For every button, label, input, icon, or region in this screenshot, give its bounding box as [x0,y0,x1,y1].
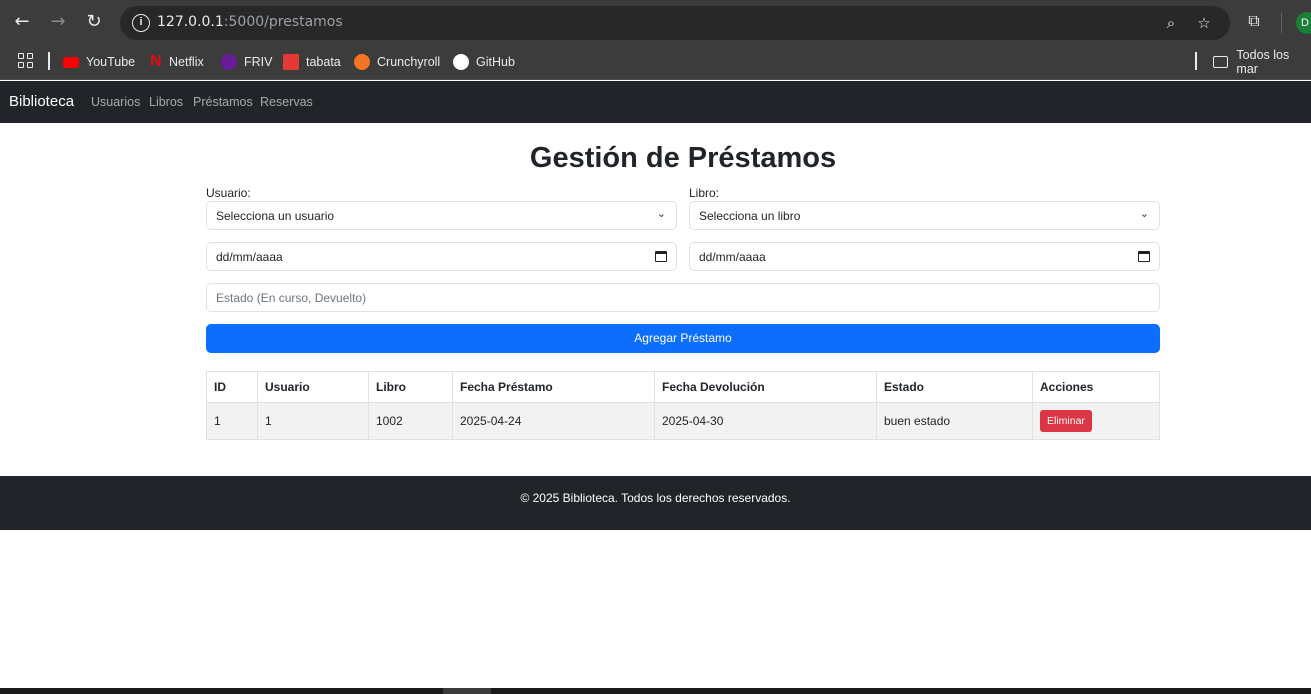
url-text[interactable]: 127.0.0.1:5000/prestamos [157,14,343,30]
column-header-usuario: Usuario [257,371,369,403]
youtube-icon [63,56,79,68]
url-host: 127.0.0.1 [157,14,224,30]
folder-icon [1213,56,1229,68]
libro-select-value: Selecciona un libro [699,209,801,223]
libro-select[interactable]: Selecciona un libro ⌄ [689,201,1160,230]
fecha-prestamo-input[interactable]: dd/mm/aaaa [206,242,677,271]
bookmark-star-icon[interactable]: ☆ [1194,13,1214,33]
friv-icon [221,54,237,70]
bookmark-youtube[interactable]: YouTube [63,52,135,72]
fecha-prestamo-placeholder: dd/mm/aaaa [216,250,283,264]
scrollbar-thumb[interactable] [443,688,491,694]
cell-estado: buen estado [876,402,1033,440]
chevron-down-icon: ⌄ [656,207,666,220]
column-header-estado: Estado [876,371,1033,403]
table-row: 1 1 1002 2025-04-24 2025-04-30 buen esta… [206,402,1160,440]
cell-libro: 1002 [368,402,453,440]
site-footer: © 2025 Biblioteca. Todos los derechos re… [0,476,1311,530]
cell-id: 1 [206,402,258,440]
horizontal-scrollbar[interactable] [0,688,1311,694]
footer-text: © 2025 Biblioteca. Todos los derechos re… [520,491,791,505]
cell-fecha-prestamo: 2025-04-24 [452,402,655,440]
bookmark-tabata[interactable]: tabata [283,52,341,72]
calendar-icon[interactable] [1138,251,1150,262]
cell-acciones: Eliminar [1032,402,1160,440]
bookmark-label: GitHub [476,55,515,69]
cell-usuario: 1 [257,402,369,440]
nav-link-usuarios[interactable]: Usuarios [91,95,140,109]
estado-placeholder: Estado (En curso, Devuelto) [216,291,367,305]
url-path: :5000/prestamos [223,14,343,30]
reload-icon[interactable]: ↻ [83,11,105,33]
fecha-devolucion-input[interactable]: dd/mm/aaaa [689,242,1160,271]
bookmark-label: YouTube [86,55,136,69]
bookmark-friv[interactable]: FRIV [221,52,272,72]
extensions-icon[interactable]: ⧉ [1243,11,1265,33]
agregar-prestamo-button[interactable]: Agregar Préstamo [206,324,1160,353]
address-bar[interactable]: i 127.0.0.1:5000/prestamos ⌕ ☆ [120,6,1230,40]
bookmarks-folder-all[interactable]: Todos los mar [1213,48,1311,76]
nav-link-reservas[interactable]: Reservas [260,95,313,109]
browser-toolbar: ← → ↻ i 127.0.0.1:5000/prestamos ⌕ ☆ ⧉ D [0,0,1311,45]
profile-avatar[interactable]: D [1296,12,1311,34]
bookmark-label: FRIV [244,55,273,69]
libro-label: Libro: [689,186,720,200]
forward-icon[interactable]: → [47,11,69,33]
nav-link-libros[interactable]: Libros [149,95,183,109]
bookmark-folder-label: Todos los mar [1236,48,1290,76]
zoom-icon[interactable]: ⌕ [1161,13,1181,33]
chevron-down-icon: ⌄ [1139,207,1149,220]
fecha-devolucion-placeholder: dd/mm/aaaa [699,250,766,264]
back-icon[interactable]: ← [11,11,33,33]
apps-grid-icon[interactable] [18,53,34,69]
bookmarks-divider-right [1195,52,1197,70]
page-title: Gestión de Préstamos [529,142,837,174]
table-header-row: ID Usuario Libro Fecha Préstamo Fecha De… [206,371,1160,403]
netflix-icon: N [150,53,162,70]
bookmark-netflix[interactable]: N Netflix [150,52,204,72]
usuario-label: Usuario: [206,186,251,200]
nav-link-prestamos[interactable]: Préstamos [193,95,253,109]
crunchyroll-icon [354,54,370,70]
column-header-acciones: Acciones [1032,371,1160,403]
column-header-id: ID [206,371,258,403]
navbar-brand[interactable]: Biblioteca [9,93,74,110]
calendar-icon[interactable] [655,251,667,262]
bookmark-crunchyroll[interactable]: Crunchyroll [354,52,440,72]
estado-input[interactable]: Estado (En curso, Devuelto) [206,283,1160,312]
column-header-fecha-prestamo: Fecha Préstamo [452,371,655,403]
bookmark-label: Crunchyroll [377,55,441,69]
site-navbar: Biblioteca Usuarios Libros Préstamos Res… [0,81,1311,123]
page-title-wrapper: Gestión de Préstamos [0,142,1311,175]
github-icon [453,54,469,70]
column-header-libro: Libro [368,371,453,403]
bookmark-label: Netflix [169,55,204,69]
bookmark-label: tabata [306,55,341,69]
toolbar-divider [1281,13,1282,33]
column-header-fecha-devolucion: Fecha Devolución [654,371,877,403]
prestamos-table: ID Usuario Libro Fecha Préstamo Fecha De… [206,371,1160,440]
cell-fecha-devolucion: 2025-04-30 [654,402,877,440]
bookmark-github[interactable]: GitHub [453,52,515,72]
bookmarks-divider [48,52,50,70]
tabata-icon [283,54,299,70]
bookmarks-bar: YouTube N Netflix FRIV tabata Crunchyrol… [0,45,1311,80]
eliminar-button[interactable]: Eliminar [1040,410,1092,432]
usuario-select-value: Selecciona un usuario [216,209,335,223]
site-info-icon[interactable]: i [132,14,150,32]
usuario-select[interactable]: Selecciona un usuario ⌄ [206,201,677,230]
